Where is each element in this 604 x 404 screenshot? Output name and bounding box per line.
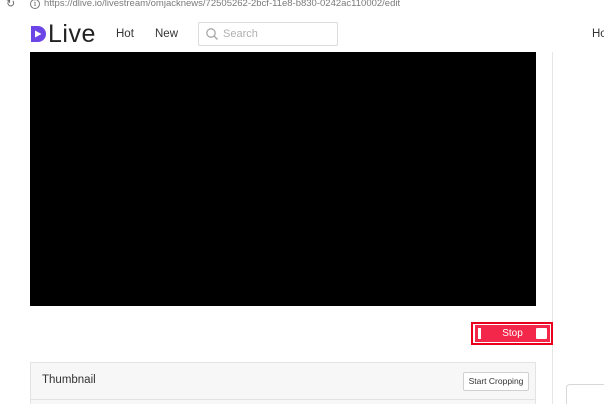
search-icon bbox=[206, 28, 218, 40]
header-right-link[interactable]: Ho bbox=[592, 28, 604, 40]
stop-bar-icon bbox=[478, 328, 481, 339]
nav-hot-link[interactable]: Hot bbox=[116, 28, 134, 40]
url-text[interactable]: https://dlive.io/livestream/omjacknews/7… bbox=[44, 0, 400, 10]
thumbnail-title: Thumbnail bbox=[42, 374, 96, 386]
thumbnail-panel: Thumbnail Start Cropping bbox=[30, 362, 536, 404]
browser-address-bar: ↻ i https://dlive.io/livestream/omjackne… bbox=[0, 0, 604, 12]
stop-square-icon bbox=[536, 328, 547, 339]
dlive-logo-icon bbox=[31, 26, 46, 42]
logo-text: Live bbox=[48, 20, 96, 48]
start-cropping-button[interactable]: Start Cropping bbox=[463, 372, 529, 391]
info-icon[interactable]: i bbox=[30, 0, 40, 9]
video-player[interactable] bbox=[30, 52, 536, 306]
search-box[interactable] bbox=[198, 22, 338, 46]
nav-new-link[interactable]: New bbox=[155, 28, 178, 40]
reload-icon[interactable]: ↻ bbox=[6, 0, 15, 10]
dlive-logo[interactable]: Live bbox=[30, 20, 96, 48]
sidebar-card bbox=[566, 384, 604, 404]
search-input[interactable] bbox=[223, 26, 333, 42]
site-header: Live Hot New Ho bbox=[0, 12, 604, 52]
right-sidebar bbox=[552, 52, 604, 404]
thumbnail-divider bbox=[31, 399, 535, 400]
